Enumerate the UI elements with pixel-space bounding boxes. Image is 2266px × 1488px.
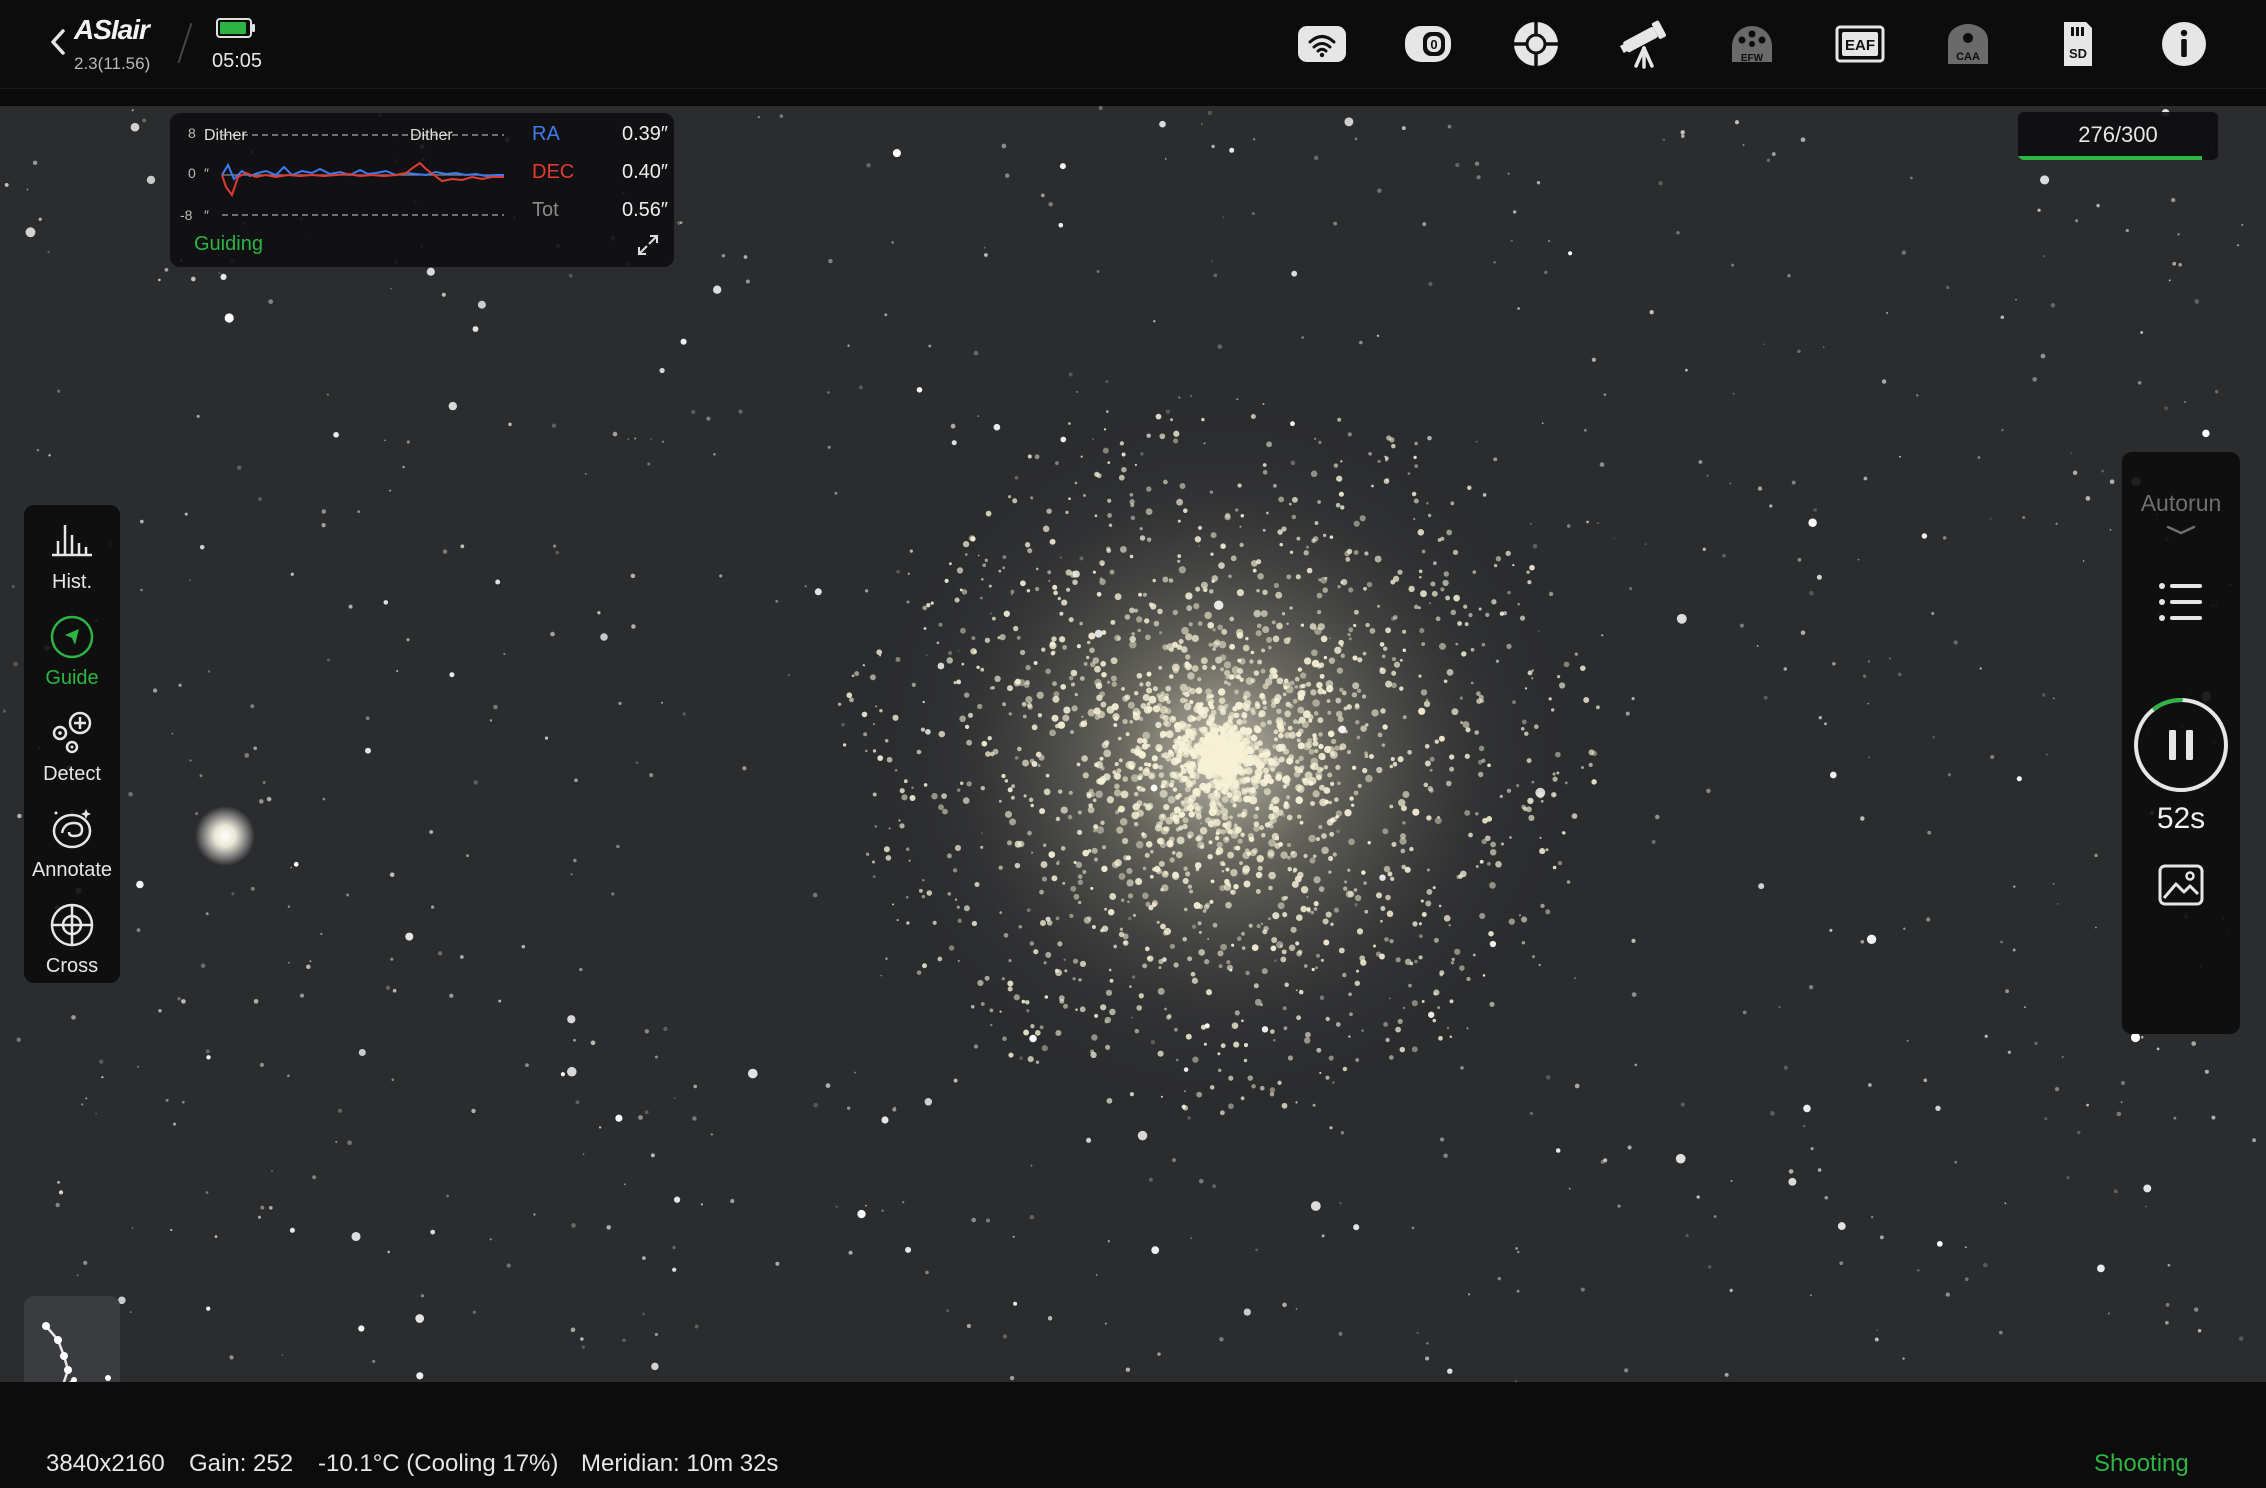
expand-icon[interactable] [636,233,660,257]
telescope-mount-icon [1619,20,1667,69]
frame-progress-bar [2018,156,2202,160]
histogram-button[interactable]: Hist. [24,511,120,607]
gain-readout: Gain: 252 [189,1450,294,1477]
plan-list-icon[interactable] [2156,580,2206,624]
app-logo: ASIair [74,14,150,45]
sd-card-button[interactable]: SD [2046,16,2106,72]
top-bar: ASIair 2.3(11.56) 05:05 0 EFW EAF CAA SD [0,0,2266,89]
axis-label-top: 8 [188,125,196,141]
resolution-readout: 3840x2160 [46,1450,165,1477]
efw-button[interactable]: EFW [1722,16,1782,72]
detect-button[interactable]: Detect [24,703,120,799]
axis-unit: ″ [204,207,209,223]
gallery-icon[interactable] [2158,864,2204,906]
left-toolbar: Hist. Guide Detect Annotate Cross [24,505,120,983]
histogram-label: Hist. [52,571,92,593]
status-bar: 3840x2160 Gain: 252 -10.1°C (Cooling 17%… [0,1382,2266,1488]
battery-icon [216,18,255,38]
guide-label: Guide [45,667,99,689]
ra-value: 0.39″ [621,123,668,145]
app-version: 2.3(11.56) [74,54,151,73]
meridian-readout: Meridian: 10m 32s [581,1450,779,1477]
efw-icon: EFW [1732,26,1772,64]
temperature-readout: -10.1°C (Cooling 17%) [318,1450,559,1477]
cross-button[interactable]: Cross [24,895,120,991]
dither-marker-2: Dither [410,127,453,144]
crosshair-icon [50,903,94,947]
dec-trace [221,161,504,198]
info-button[interactable] [2154,16,2214,72]
shooting-status: Shooting [2094,1450,2189,1477]
sd-card-icon: SD [2064,22,2092,66]
telescope-mount-button[interactable] [1614,16,1674,72]
pause-exposure-button[interactable] [2132,696,2230,794]
exposure-countdown: 52s [2156,802,2206,835]
detect-stars-icon [52,711,92,754]
svg-text:0: 0 [1430,37,1437,52]
tot-label: Tot [532,199,559,221]
guide-graph-panel[interactable]: 8 0 ″ -8 ″ Dither Dither RA 0.39″ DEC 0.… [170,113,674,267]
dec-label: DEC [532,161,575,183]
camera-settings-icon: 0 [1405,26,1451,62]
autorun-mode-selector[interactable]: Autorun [2122,490,2240,517]
wifi-icon [1298,26,1346,62]
caa-button[interactable]: CAA [1938,16,1998,72]
svg-text:CAA: CAA [1956,51,1980,63]
caa-icon: CAA [1948,24,1988,64]
guide-scope-icon [1514,22,1558,66]
right-control-panel: Autorun 52s [2122,452,2240,1034]
svg-text:EFW: EFW [1741,53,1764,64]
guide-arrow-icon [50,615,94,659]
galaxy-annotate-icon [52,809,92,849]
histogram-icon [52,525,92,557]
clock: 05:05 [212,50,263,72]
tot-value: 0.56″ [621,199,668,221]
ra-label: RA [532,123,560,145]
info-icon [2162,22,2206,66]
axis-label-bottom: -8 [180,207,193,223]
star-field-image [2,106,2257,1382]
eaf-icon: EAF [1835,25,1885,63]
annotate-label: Annotate [31,859,113,881]
axis-unit: ″ [204,165,209,181]
guide-scope-button[interactable] [1506,16,1566,72]
frame-counter: 276/300 [2018,112,2218,160]
svg-text:SD: SD [2069,46,2087,61]
dec-value: 0.40″ [621,161,668,183]
divider [177,22,193,64]
svg-text:EAF: EAF [1845,37,1875,54]
frame-count-text: 276/300 [2078,122,2158,147]
image-preview[interactable] [0,106,2266,1382]
ra-trace [221,162,504,181]
dither-marker-1: Dither [204,127,247,144]
wifi-button[interactable] [1292,16,1352,72]
pause-icon [2169,730,2176,760]
axis-label-mid: 0 [188,165,196,181]
annotate-button[interactable]: Annotate [24,799,120,895]
guiding-status: Guiding [194,233,263,255]
chevron-down-icon[interactable] [2166,524,2196,536]
eaf-button[interactable]: EAF [1830,16,1890,72]
guide-button[interactable]: Guide [24,607,120,703]
camera-settings-button[interactable]: 0 [1398,16,1458,72]
detect-label: Detect [43,763,101,785]
back-icon[interactable] [48,26,68,58]
cross-label: Cross [45,955,99,977]
